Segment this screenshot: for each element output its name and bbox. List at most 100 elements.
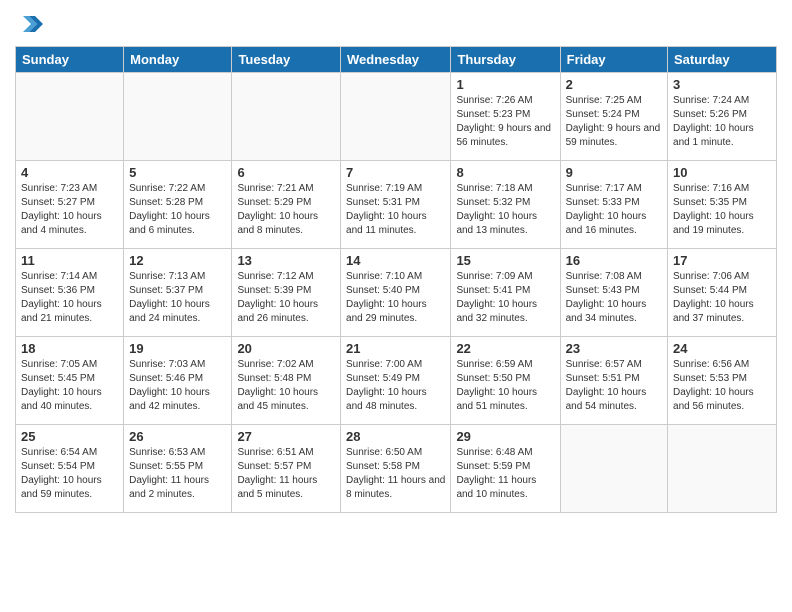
header-row: SundayMondayTuesdayWednesdayThursdayFrid… (16, 47, 777, 73)
calendar-week-row: 25Sunrise: 6:54 AM Sunset: 5:54 PM Dayli… (16, 425, 777, 513)
calendar-cell: 8Sunrise: 7:18 AM Sunset: 5:32 PM Daylig… (451, 161, 560, 249)
day-number: 13 (237, 253, 335, 268)
calendar-cell: 20 Sunrise: 7:02 AM Sunset: 5:48 PM Dayli… (232, 337, 341, 425)
day-info: Sunrise: 7:06 AM Sunset: 5:44 PM Dayligh… (673, 270, 771, 326)
calendar-cell: 5 Sunrise: 7:22 AM Sunset: 5:28 PM Daylig… (124, 161, 232, 249)
page-header (15, 10, 777, 38)
calendar-cell: 2 Sunrise: 7:25 AM Sunset: 5:24 PM Daylig… (560, 73, 667, 161)
day-of-week-header: Sunday (16, 47, 124, 73)
day-number: 23 (566, 341, 662, 356)
logo (15, 10, 47, 38)
day-of-week-header: Friday (560, 47, 667, 73)
day-number: 1 (456, 77, 554, 92)
day-info: Sunrise: 7:23 AM Sunset: 5:27 PM Dayligh… (21, 182, 118, 238)
day-number: 28 (346, 429, 445, 444)
day-number: 3 (673, 77, 771, 92)
day-number: 5 (129, 165, 226, 180)
calendar-week-row: 1 Sunrise: 7:26 AM Sunset: 5:23 PM Daylig… (16, 73, 777, 161)
day-info: Sunrise: 6:57 AM Sunset: 5:51 PM Dayligh… (566, 358, 662, 414)
day-info: Sunrise: 6:50 AM Sunset: 5:58 PM Dayligh… (346, 446, 445, 502)
day-info: Sunrise: 6:51 AM Sunset: 5:57 PM Dayligh… (237, 446, 335, 502)
day-info: Sunrise: 7:19 AM Sunset: 5:31 PM Dayligh… (346, 182, 445, 238)
calendar-cell: 3 Sunrise: 7:24 AM Sunset: 5:26 PM Daylig… (668, 73, 777, 161)
day-info: Sunrise: 7:25 AM Sunset: 5:24 PM Dayligh… (566, 94, 662, 150)
calendar-cell: 7 Sunrise: 7:19 AM Sunset: 5:31 PM Daylig… (341, 161, 451, 249)
day-number: 21 (346, 341, 445, 356)
calendar-cell: 27 Sunrise: 6:51 AM Sunset: 5:57 PM Dayli… (232, 425, 341, 513)
day-number: 16 (566, 253, 662, 268)
calendar-cell: 29 Sunrise: 6:48 AM Sunset: 5:59 PM Dayli… (451, 425, 560, 513)
day-number: 18 (21, 341, 118, 356)
day-number: 12 (129, 253, 226, 268)
day-number: 29 (456, 429, 554, 444)
day-number: 22 (456, 341, 554, 356)
day-info: Sunrise: 7:21 AM Sunset: 5:29 PM Dayligh… (237, 182, 335, 238)
day-number: 15 (456, 253, 554, 268)
calendar-cell: 12 Sunrise: 7:13 AM Sunset: 5:37 PM Dayli… (124, 249, 232, 337)
day-of-week-header: Thursday (451, 47, 560, 73)
day-number: 14 (346, 253, 445, 268)
logo-icon (15, 10, 43, 38)
calendar-cell: 16 Sunrise: 7:08 AM Sunset: 5:43 PM Dayli… (560, 249, 667, 337)
page-container: SundayMondayTuesdayWednesdayThursdayFrid… (0, 0, 792, 523)
calendar-cell: 10 Sunrise: 7:16 AM Sunset: 5:35 PM Dayli… (668, 161, 777, 249)
calendar-cell: 23 Sunrise: 6:57 AM Sunset: 5:51 PM Dayli… (560, 337, 667, 425)
calendar-body: 1 Sunrise: 7:26 AM Sunset: 5:23 PM Daylig… (16, 73, 777, 513)
day-number: 9 (566, 165, 662, 180)
day-info: Sunrise: 6:56 AM Sunset: 5:53 PM Dayligh… (673, 358, 771, 414)
day-info: Sunrise: 7:08 AM Sunset: 5:43 PM Dayligh… (566, 270, 662, 326)
day-number: 25 (21, 429, 118, 444)
day-info: Sunrise: 7:00 AM Sunset: 5:49 PM Dayligh… (346, 358, 445, 414)
calendar-cell: 4 Sunrise: 7:23 AM Sunset: 5:27 PM Daylig… (16, 161, 124, 249)
day-number: 6 (237, 165, 335, 180)
day-info: Sunrise: 7:22 AM Sunset: 5:28 PM Dayligh… (129, 182, 226, 238)
calendar-cell: 11 Sunrise: 7:14 AM Sunset: 5:36 PM Dayli… (16, 249, 124, 337)
day-info: Sunrise: 7:09 AM Sunset: 5:41 PM Dayligh… (456, 270, 554, 326)
calendar-cell: 22 Sunrise: 6:59 AM Sunset: 5:50 PM Dayli… (451, 337, 560, 425)
day-info: Sunrise: 7:02 AM Sunset: 5:48 PM Dayligh… (237, 358, 335, 414)
day-info: Sunrise: 6:48 AM Sunset: 5:59 PM Dayligh… (456, 446, 554, 502)
calendar-cell: 13 Sunrise: 7:12 AM Sunset: 5:39 PM Dayli… (232, 249, 341, 337)
calendar-cell: 15 Sunrise: 7:09 AM Sunset: 5:41 PM Dayli… (451, 249, 560, 337)
day-number: 2 (566, 77, 662, 92)
day-number: 7 (346, 165, 445, 180)
calendar-cell: 24 Sunrise: 6:56 AM Sunset: 5:53 PM Dayli… (668, 337, 777, 425)
calendar-cell: 19 Sunrise: 7:03 AM Sunset: 5:46 PM Dayli… (124, 337, 232, 425)
calendar-cell (341, 73, 451, 161)
day-number: 11 (21, 253, 118, 268)
calendar-cell (124, 73, 232, 161)
calendar-cell: 25Sunrise: 6:54 AM Sunset: 5:54 PM Dayli… (16, 425, 124, 513)
day-info: Sunrise: 7:17 AM Sunset: 5:33 PM Dayligh… (566, 182, 662, 238)
day-info: Sunrise: 6:59 AM Sunset: 5:50 PM Dayligh… (456, 358, 554, 414)
day-info: Sunrise: 7:05 AM Sunset: 5:45 PM Dayligh… (21, 358, 118, 414)
day-info: Sunrise: 7:12 AM Sunset: 5:39 PM Dayligh… (237, 270, 335, 326)
day-of-week-header: Saturday (668, 47, 777, 73)
calendar-cell (16, 73, 124, 161)
day-number: 4 (21, 165, 118, 180)
day-number: 27 (237, 429, 335, 444)
day-info: Sunrise: 7:16 AM Sunset: 5:35 PM Dayligh… (673, 182, 771, 238)
calendar-week-row: 18 Sunrise: 7:05 AM Sunset: 5:45 PM Dayli… (16, 337, 777, 425)
calendar-cell: 6 Sunrise: 7:21 AM Sunset: 5:29 PM Daylig… (232, 161, 341, 249)
calendar-week-row: 11 Sunrise: 7:14 AM Sunset: 5:36 PM Dayli… (16, 249, 777, 337)
calendar-cell: 28 Sunrise: 6:50 AM Sunset: 5:58 PM Dayli… (341, 425, 451, 513)
day-of-week-header: Monday (124, 47, 232, 73)
day-number: 26 (129, 429, 226, 444)
day-info: Sunrise: 7:13 AM Sunset: 5:37 PM Dayligh… (129, 270, 226, 326)
day-number: 10 (673, 165, 771, 180)
day-number: 19 (129, 341, 226, 356)
calendar-cell: 21 Sunrise: 7:00 AM Sunset: 5:49 PM Dayli… (341, 337, 451, 425)
calendar-cell: 1 Sunrise: 7:26 AM Sunset: 5:23 PM Daylig… (451, 73, 560, 161)
calendar-cell: 9 Sunrise: 7:17 AM Sunset: 5:33 PM Daylig… (560, 161, 667, 249)
day-info: Sunrise: 7:26 AM Sunset: 5:23 PM Dayligh… (456, 94, 554, 150)
calendar-cell: 18 Sunrise: 7:05 AM Sunset: 5:45 PM Dayli… (16, 337, 124, 425)
day-number: 24 (673, 341, 771, 356)
day-number: 20 (237, 341, 335, 356)
day-info: Sunrise: 7:03 AM Sunset: 5:46 PM Dayligh… (129, 358, 226, 414)
day-info: Sunrise: 7:14 AM Sunset: 5:36 PM Dayligh… (21, 270, 118, 326)
day-info: Sunrise: 7:10 AM Sunset: 5:40 PM Dayligh… (346, 270, 445, 326)
day-number: 8 (456, 165, 554, 180)
calendar-table: SundayMondayTuesdayWednesdayThursdayFrid… (15, 46, 777, 513)
calendar-cell (560, 425, 667, 513)
day-info: Sunrise: 7:24 AM Sunset: 5:26 PM Dayligh… (673, 94, 771, 150)
